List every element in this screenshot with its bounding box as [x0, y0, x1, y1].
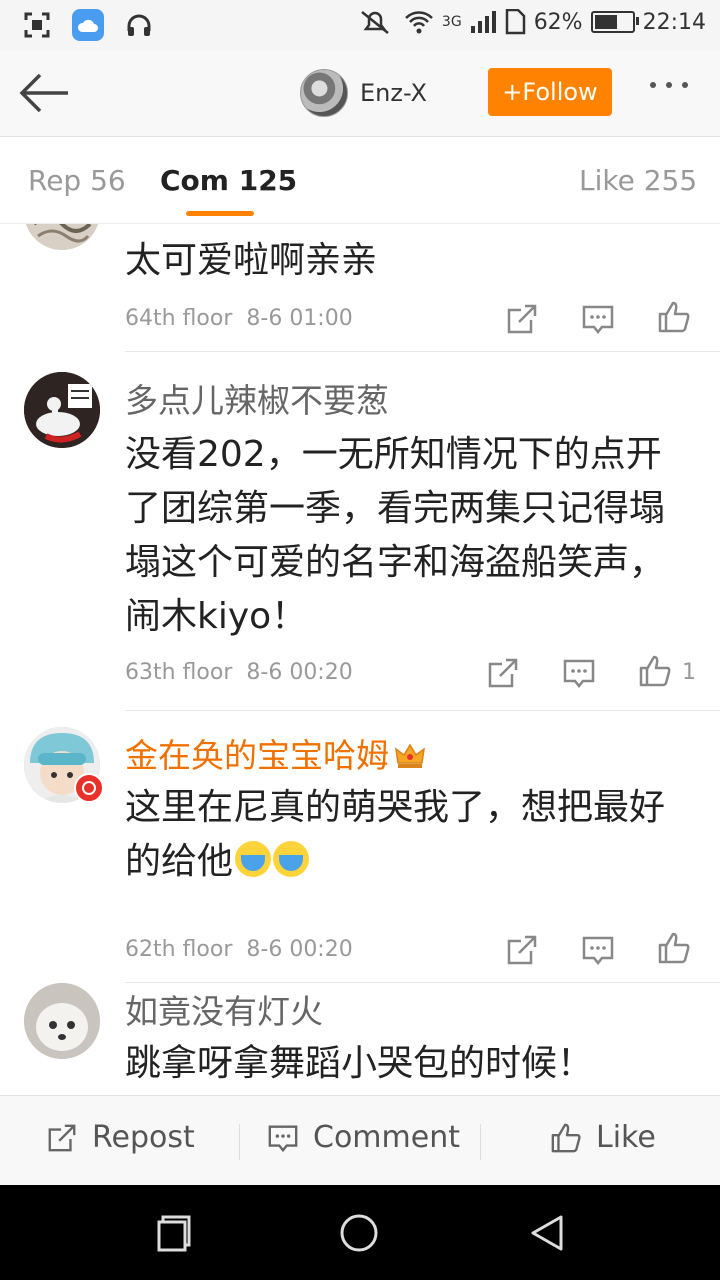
commenter-avatar[interactable]: [24, 372, 100, 448]
bottom-action-bar: Repost Comment Like: [0, 1095, 720, 1186]
crying-emoji-icon: [273, 841, 310, 877]
repost-button[interactable]: Repost: [46, 1120, 195, 1155]
comment-label: Comment: [313, 1120, 460, 1155]
separator: [239, 1124, 240, 1160]
verified-badge-icon: [74, 773, 104, 803]
comment-icon[interactable]: [562, 656, 596, 690]
author-name[interactable]: Enz-X: [360, 79, 427, 107]
clock: 22:14: [642, 9, 706, 35]
comment-text: 这里在尼真的萌哭我了，想把最好的给他: [125, 781, 685, 889]
battery-percent: 62%: [533, 9, 583, 35]
nav-back-icon[interactable]: [527, 1213, 567, 1253]
like-icon: [551, 1123, 581, 1152]
mute-icon: [361, 11, 389, 34]
comment-meta: 62th floor 8-6 00:20: [125, 937, 353, 962]
divider: [125, 982, 720, 983]
comment-floor: 64th floor: [125, 306, 233, 331]
commenter-avatar[interactable]: [24, 983, 100, 1059]
comment-button[interactable]: Comment: [267, 1120, 460, 1155]
repost-icon[interactable]: [486, 656, 520, 690]
author-avatar[interactable]: [300, 69, 348, 117]
tab-reposts[interactable]: Rep 56: [28, 164, 126, 197]
comment-meta: 63th floor 8-6 00:20: [125, 660, 353, 685]
tab-likes[interactable]: Like 255: [579, 164, 697, 197]
tab-comments[interactable]: Com 125: [160, 164, 297, 197]
home-icon[interactable]: [339, 1213, 379, 1253]
commenter-name[interactable]: 如竟没有灯火: [125, 985, 323, 1033]
divider: [125, 710, 720, 711]
more-options-icon[interactable]: [650, 82, 688, 88]
follow-button[interactable]: +Follow: [488, 68, 612, 116]
vip-crown-icon: [395, 743, 425, 768]
repost-icon: [48, 1124, 76, 1151]
commenter-avatar[interactable]: [24, 224, 100, 250]
comment-icon: [268, 1125, 298, 1152]
like-button[interactable]: Like: [550, 1120, 656, 1155]
scan-icon: [22, 10, 52, 40]
commenter-name[interactable]: 金在奂的宝宝哈姆: [125, 729, 425, 777]
comment-text: 太可爱啦啊亲亲: [125, 240, 378, 281]
back-button[interactable]: [18, 72, 70, 114]
author-info[interactable]: Enz-X: [300, 69, 427, 117]
active-tab-indicator: [186, 211, 254, 216]
comment-time: 8-6 01:00: [246, 306, 353, 331]
wifi-icon: [405, 11, 433, 34]
sim-icon: [505, 9, 525, 35]
status-bar: 3G 62% 22:14: [0, 0, 720, 50]
like-count: 1: [682, 660, 696, 685]
divider: [125, 351, 720, 352]
like-label: Like: [596, 1120, 656, 1155]
separator: [480, 1124, 481, 1160]
system-nav-bar: [0, 1185, 720, 1280]
tab-bar: Rep 56 Com 125 Like 255: [0, 137, 720, 224]
signal-icon: [470, 11, 496, 33]
repost-label: Repost: [92, 1120, 195, 1155]
comment-list[interactable]: 太可爱啦啊亲亲 64th floor 8-6 01:00 多点儿辣椒不要葱 没看…: [0, 224, 720, 1094]
repost-icon[interactable]: [505, 933, 539, 967]
back-arrow-icon: [19, 73, 68, 113]
crying-emoji-icon: [235, 841, 272, 877]
headphones-icon: [124, 10, 154, 40]
commenter-name-text[interactable]: 金在奂的宝宝哈姆: [125, 736, 389, 775]
network-type: 3G: [441, 14, 462, 30]
comment-meta: 64th floor 8-6 01:00: [125, 306, 353, 331]
comment-icon[interactable]: [581, 933, 615, 967]
comment-time: 8-6 00:20: [246, 660, 353, 685]
comment-icon[interactable]: [581, 302, 615, 336]
comment-text-body: 这里在尼真的萌哭我了，想把最好的给他: [125, 787, 666, 882]
recent-apps-icon[interactable]: [153, 1213, 193, 1253]
cloud-app-icon: [72, 9, 104, 41]
repost-icon[interactable]: [505, 302, 539, 336]
comment-floor: 62th floor: [125, 937, 233, 962]
comment-text: 没看202，一无所知情况下的点开了团综第一季，看完两集只记得塌塌这个可爱的名字和…: [125, 434, 666, 637]
battery-icon: [590, 11, 639, 33]
comment-time: 8-6 00:20: [246, 937, 353, 962]
like-icon[interactable]: [657, 931, 691, 965]
like-icon[interactable]: [657, 300, 691, 334]
top-header: Enz-X +Follow: [0, 50, 720, 137]
commenter-name[interactable]: 多点儿辣椒不要葱: [125, 374, 389, 422]
comment-floor: 63th floor: [125, 660, 233, 685]
comment-text: 跳拿呀拿舞蹈小哭包的时候！: [125, 1043, 594, 1084]
like-icon[interactable]: [638, 654, 672, 688]
